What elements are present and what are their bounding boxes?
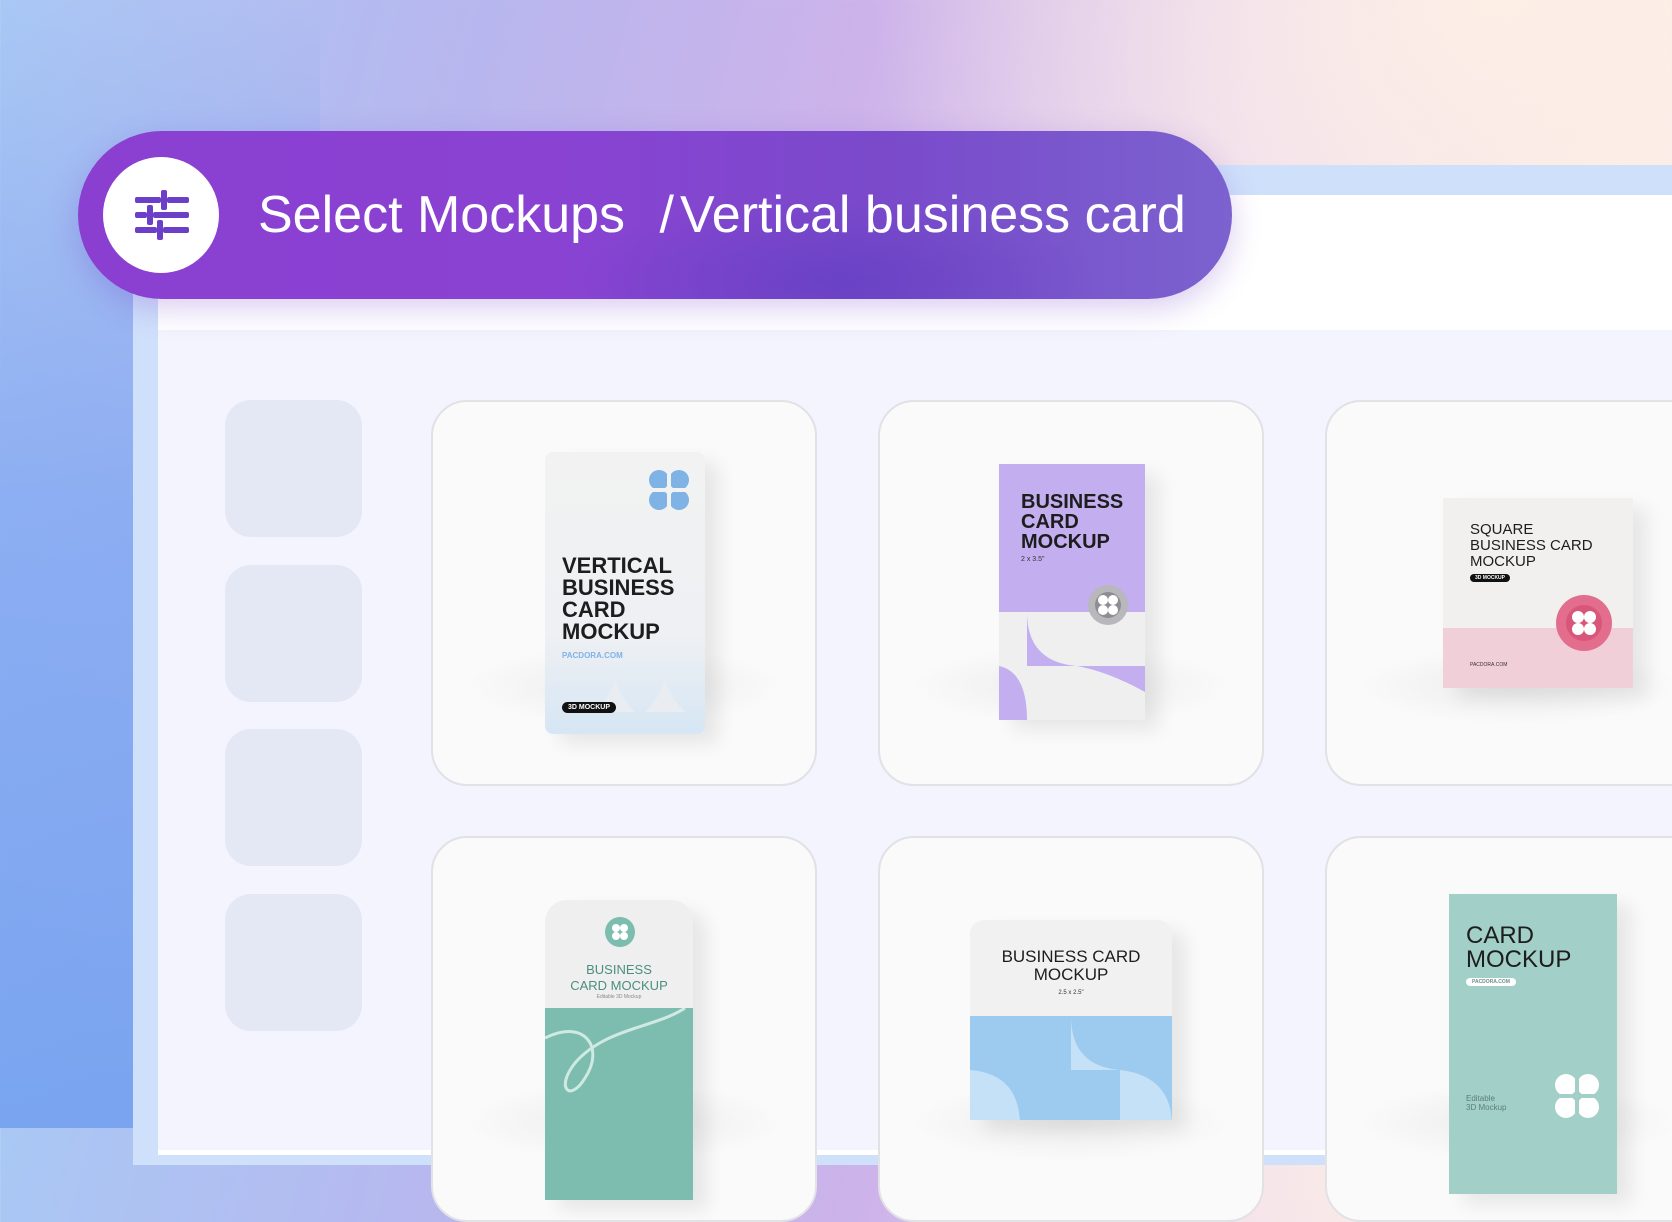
breadcrumb-text: Select Mockups / Vertical business card — [258, 183, 1186, 247]
sidebar-item-1[interactable] — [225, 400, 362, 537]
mockup-card-business-teal[interactable]: BUSINESS CARD MOCKUP Editable 3D Mockup — [431, 836, 817, 1222]
mockup-preview: BUSINESS CARD MOCKUP 2 x 3.5" — [999, 464, 1145, 720]
mockup-preview: BUSINESS CARD MOCKUP 2.5 x 2.5" — [970, 920, 1172, 1120]
mockup-title: BUSINESS CARD MOCKUP — [1021, 491, 1124, 553]
sidebar-item-2[interactable] — [225, 565, 362, 702]
clover-logo-icon — [1555, 1074, 1599, 1118]
breadcrumb-separator: / — [659, 186, 674, 244]
mockup-tagline: Editable 3D Mockup — [596, 994, 642, 1000]
breadcrumb-root[interactable]: Select Mockups — [258, 186, 625, 244]
clover-logo-icon — [605, 917, 635, 947]
mockup-card-business-blue[interactable]: BUSINESS CARD MOCKUP 2.5 x 2.5" — [878, 836, 1264, 1222]
mockup-card-vertical-business[interactable]: VERTICAL BUSINESS CARD MOCKUP PACDORA.CO… — [431, 400, 817, 786]
breadcrumb-current: Vertical business card — [679, 186, 1186, 244]
mockup-title: SQUARE BUSINESS CARD MOCKUP — [1470, 521, 1593, 570]
mockup-badge: 3D MOCKUP — [1470, 574, 1511, 582]
mockup-size: 2 x 3.5" — [1021, 556, 1045, 563]
pattern-shapes — [970, 1016, 1172, 1120]
clover-logo-icon — [649, 470, 689, 510]
mockup-site: PACDORA.COM — [1470, 662, 1508, 668]
mockup-title: VERTICAL BUSINESS CARD MOCKUP — [562, 553, 675, 644]
mockup-size: 2.5 x 2.5" — [1058, 990, 1084, 996]
breadcrumb-header: Select Mockups / Vertical business card — [78, 131, 1232, 299]
mockup-badge: 3D MOCKUP — [562, 702, 617, 713]
mockup-footer: Editable 3D Mockup — [1466, 1094, 1507, 1112]
mockup-card-business-purple[interactable]: BUSINESS CARD MOCKUP 2 x 3.5" — [878, 400, 1264, 786]
mockup-preview: VERTICAL BUSINESS CARD MOCKUP PACDORA.CO… — [545, 452, 705, 734]
mockup-preview: CARD MOCKUP PACDORA.COM Editable 3D Mock… — [1449, 894, 1617, 1194]
sidebar-item-3[interactable] — [225, 729, 362, 866]
seal-badge-icon — [1556, 595, 1612, 651]
mockup-preview: BUSINESS CARD MOCKUP Editable 3D Mockup — [545, 900, 693, 1200]
mockup-site: PACDORA.COM — [1466, 978, 1516, 986]
pattern-shapes — [999, 612, 1145, 720]
mockup-title: CARD MOCKUP — [1466, 922, 1572, 973]
sidebar-item-4[interactable] — [225, 894, 362, 1031]
mockup-preview: SQUARE BUSINESS CARD MOCKUP 3D MOCKUP PA… — [1443, 498, 1633, 688]
mockup-card-green[interactable]: CARD MOCKUP PACDORA.COM Editable 3D Mock… — [1325, 836, 1672, 1222]
mockup-title: BUSINESS CARD MOCKUP — [1001, 947, 1141, 984]
mockup-title: BUSINESS CARD MOCKUP — [570, 962, 668, 993]
pattern-shapes — [545, 1008, 686, 1093]
mockup-card-square-business[interactable]: SQUARE BUSINESS CARD MOCKUP 3D MOCKUP PA… — [1325, 400, 1672, 786]
sliders-icon[interactable] — [103, 157, 219, 273]
